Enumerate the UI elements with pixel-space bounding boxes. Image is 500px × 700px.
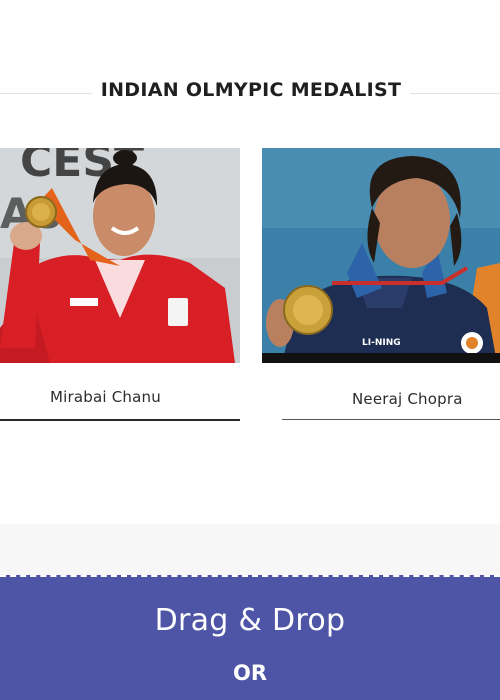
medalist-card-mirabai-chanu[interactable]: CEST AS Mirabai Chanu: [0, 148, 240, 421]
section-spacer: [0, 524, 500, 576]
divider: [410, 93, 500, 94]
section-title: INDIAN OLMYPIC MEDALIST: [100, 79, 402, 101]
medalist-name: Neeraj Chopra: [352, 390, 463, 408]
medalist-photo: LI-NING: [262, 148, 500, 363]
name-underline: [282, 419, 500, 420]
medalist-photo: CEST AS: [0, 148, 240, 363]
file-drop-zone[interactable]: Drag & Drop OR: [0, 575, 500, 700]
section-header: INDIAN OLMYPIC MEDALIST: [0, 77, 500, 109]
divider: [0, 93, 92, 94]
name-underline: [0, 419, 240, 421]
drop-zone-title: Drag & Drop: [154, 603, 346, 638]
medalist-card-neeraj-chopra[interactable]: LI-NING Neeraj Chopra: [262, 148, 500, 420]
medalist-photo-image: CEST AS: [0, 148, 240, 363]
svg-text:LI-NING: LI-NING: [362, 338, 401, 348]
medalist-name: Mirabai Chanu: [50, 388, 161, 406]
drop-zone-or: OR: [232, 661, 268, 685]
medalist-photo-image: LI-NING: [262, 148, 500, 363]
